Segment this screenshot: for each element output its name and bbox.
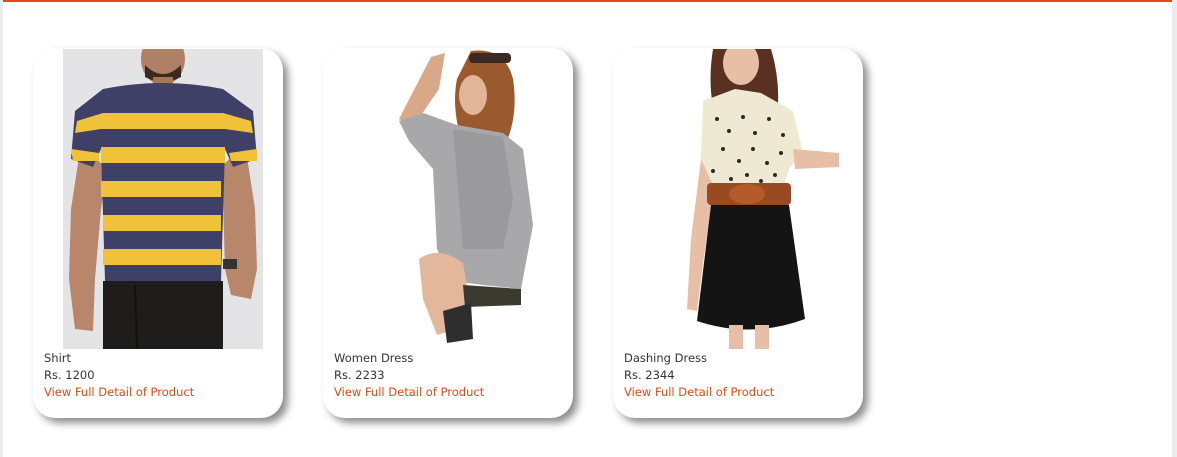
- product-info-shirt: Shirt Rs. 1200 View Full Detail of Produ…: [44, 350, 194, 401]
- view-detail-link-dashing-dress[interactable]: View Full Detail of Product: [624, 384, 774, 401]
- product-price: Rs. 1200: [44, 368, 95, 382]
- striped-tshirt-illustration: [63, 49, 263, 349]
- product-info-dashing-dress: Dashing Dress Rs. 2344 View Full Detail …: [624, 350, 774, 401]
- product-price: Rs. 2344: [624, 368, 675, 382]
- product-name: Women Dress: [334, 351, 414, 365]
- product-price: Rs. 2233: [334, 368, 385, 382]
- woman-grey-top-illustration: [353, 49, 553, 349]
- view-detail-link-women-dress[interactable]: View Full Detail of Product: [334, 384, 484, 401]
- product-image-shirt[interactable]: [63, 49, 263, 349]
- product-card-shirt: Shirt Rs. 1200 View Full Detail of Produ…: [33, 48, 283, 418]
- product-card-dashing-dress: Dashing Dress Rs. 2344 View Full Detail …: [613, 48, 863, 418]
- product-panel: Shirt Rs. 1200 View Full Detail of Produ…: [3, 0, 1172, 457]
- product-name: Dashing Dress: [624, 351, 708, 365]
- product-card-women-dress: Women Dress Rs. 2233 View Full Detail of…: [323, 48, 573, 418]
- woman-polka-dot-dress-illustration: [643, 49, 843, 349]
- product-info-women-dress: Women Dress Rs. 2233 View Full Detail of…: [334, 350, 484, 401]
- product-image-women-dress[interactable]: [353, 49, 553, 349]
- product-image-dashing-dress[interactable]: [643, 49, 843, 349]
- view-detail-link-shirt[interactable]: View Full Detail of Product: [44, 384, 194, 401]
- product-name: Shirt: [44, 351, 72, 365]
